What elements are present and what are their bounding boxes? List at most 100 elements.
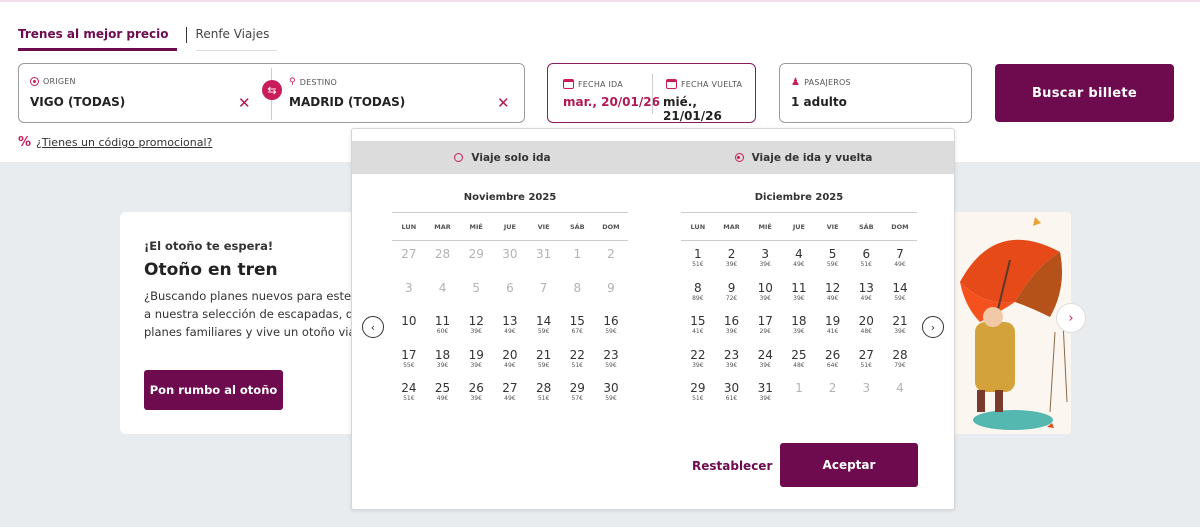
accept-button[interactable]: Aceptar bbox=[780, 443, 918, 487]
calendar-day[interactable]: 4 49€ bbox=[782, 241, 816, 275]
tab-best-price[interactable]: Trenes al mejor precio bbox=[18, 25, 177, 51]
calendar-day[interactable]: 17 29€ bbox=[748, 308, 782, 342]
calendar-day[interactable]: 7 49€ bbox=[883, 241, 917, 275]
calendar-day[interactable]: 15 67€ bbox=[560, 308, 594, 342]
day-number: 8 bbox=[573, 280, 582, 295]
search-ticket-button[interactable]: Buscar billete bbox=[995, 64, 1174, 122]
day-number: 1 bbox=[795, 381, 803, 395]
calendar-day[interactable]: 27 49€ bbox=[493, 375, 527, 409]
calendar-day[interactable]: 12 39€ bbox=[459, 308, 493, 342]
destination-input[interactable]: MADRID (TODAS) bbox=[289, 95, 405, 109]
calendar-day[interactable]: 31 39€ bbox=[748, 375, 782, 409]
calendar-day[interactable]: 25 48€ bbox=[782, 342, 816, 376]
calendar-day[interactable]: 26 39€ bbox=[459, 375, 493, 409]
weekday-label: JUE bbox=[792, 222, 805, 231]
calendar-day[interactable]: 25 49€ bbox=[426, 375, 460, 409]
day-number: 5 bbox=[828, 247, 837, 261]
calendar-day[interactable]: 30 59€ bbox=[594, 375, 628, 409]
swap-stations-icon[interactable]: ⇆ bbox=[262, 80, 282, 100]
calendar-day[interactable]: 24 51€ bbox=[392, 375, 426, 409]
day-number: 10 bbox=[401, 314, 417, 328]
calendar-day[interactable]: 14 59€ bbox=[883, 275, 917, 309]
calendar-day[interactable]: 13 49€ bbox=[493, 308, 527, 342]
reset-button[interactable]: Restablecer bbox=[692, 459, 772, 473]
carousel-next-icon[interactable]: › bbox=[1056, 303, 1086, 333]
calendar-day[interactable]: 27 51€ bbox=[849, 342, 883, 376]
tab-renfe-viajes[interactable]: Renfe Viajes bbox=[195, 25, 278, 51]
calendar-day[interactable]: 13 49€ bbox=[849, 275, 883, 309]
next-month-icon[interactable]: › bbox=[922, 316, 944, 338]
calendar-day[interactable]: 11 60€ bbox=[426, 308, 460, 342]
day-price: 59€ bbox=[826, 261, 839, 268]
calendar-day[interactable]: 5 59€ bbox=[816, 241, 850, 275]
calendar-day[interactable]: 2 39€ bbox=[715, 241, 749, 275]
calendar-day[interactable]: 21 59€ bbox=[527, 342, 561, 376]
calendar-day[interactable]: 16 59€ bbox=[594, 308, 628, 342]
calendar-day[interactable]: 20 48€ bbox=[849, 308, 883, 342]
calendar-day[interactable]: 15 41€ bbox=[681, 308, 715, 342]
calendar-day[interactable]: 19 41€ bbox=[816, 308, 850, 342]
autumn-cta-button[interactable]: Pon rumbo al otoño bbox=[144, 370, 283, 410]
trip-one-way-option[interactable]: Viaje solo ida bbox=[352, 141, 653, 174]
day-number: 3 bbox=[862, 381, 871, 395]
calendar-week: 8 89€ 9 72€ 10 39€ 11 39€ 12 49€ 13 49€ 14 59€ bbox=[681, 275, 917, 309]
calendar-day: 31 bbox=[527, 241, 561, 275]
date-out-value[interactable]: mar., 20/01/26 bbox=[563, 95, 660, 109]
tab-divider bbox=[185, 26, 187, 43]
calendar-day[interactable]: 12 49€ bbox=[816, 275, 850, 309]
calendar-day[interactable]: 26 64€ bbox=[816, 342, 850, 376]
calendar-day[interactable]: 21 39€ bbox=[883, 308, 917, 342]
search-tabs: Trenes al mejor precio Renfe Viajes bbox=[18, 25, 278, 51]
calendar-day[interactable]: 29 57€ bbox=[560, 375, 594, 409]
passengers-value[interactable]: 1 adulto bbox=[791, 95, 847, 109]
day-number: 14 bbox=[892, 280, 908, 295]
day-number: 29 bbox=[690, 381, 706, 395]
clear-destination-icon[interactable]: ✕ bbox=[497, 94, 510, 112]
calendar-day[interactable]: 20 49€ bbox=[493, 342, 527, 376]
calendar-day[interactable]: 28 51€ bbox=[527, 375, 561, 409]
calendar-day[interactable]: 30 61€ bbox=[715, 375, 749, 409]
calendar-day[interactable]: 11 39€ bbox=[782, 275, 816, 309]
calendar-day[interactable]: 9 72€ bbox=[715, 275, 749, 309]
origin-input[interactable]: VIGO (TODAS) bbox=[30, 95, 125, 109]
calendar-day[interactable]: 23 39€ bbox=[715, 342, 749, 376]
day-number: 28 bbox=[892, 347, 908, 362]
calendar-month-november: Noviembre 2025 LUN MAR MIÉ JUE VIE SÁB DOM 27 2… bbox=[392, 191, 628, 409]
date-return-value[interactable]: mié., 21/01/26 bbox=[663, 95, 755, 123]
calendar-day[interactable]: 3 39€ bbox=[748, 241, 782, 275]
weekday-label: DOM bbox=[602, 222, 620, 231]
calendar-day[interactable]: 23 59€ bbox=[594, 342, 628, 376]
calendar-day: 5 bbox=[459, 275, 493, 309]
calendar-day[interactable]: 22 51€ bbox=[560, 342, 594, 376]
calendar-day[interactable]: 10 bbox=[392, 308, 426, 342]
weekday-label: LUN bbox=[690, 222, 706, 231]
calendar-day[interactable]: 1 51€ bbox=[681, 241, 715, 275]
day-price: 79€ bbox=[894, 361, 906, 369]
weekday-header: LUN MAR MIÉ JUE VIE SÁB DOM bbox=[392, 213, 628, 241]
dates-field[interactable]: FECHA IDA mar., 20/01/26 FECHA VUELTA mi… bbox=[547, 63, 756, 123]
calendar-day[interactable]: 18 39€ bbox=[782, 308, 816, 342]
passengers-field[interactable]: ♟ PASAJEROS 1 adulto bbox=[779, 63, 972, 123]
clear-origin-icon[interactable]: ✕ bbox=[238, 94, 251, 112]
day-price: 64€ bbox=[826, 361, 839, 369]
day-number: 5 bbox=[472, 280, 481, 295]
calendar-day[interactable]: 8 89€ bbox=[681, 275, 715, 309]
day-number: 21 bbox=[892, 314, 908, 328]
promo-code-link[interactable]: ¿Tienes un código promocional? bbox=[36, 136, 212, 149]
calendar-day[interactable]: 6 51€ bbox=[849, 241, 883, 275]
calendar-day[interactable]: 18 39€ bbox=[426, 342, 460, 376]
calendar-day[interactable]: 24 39€ bbox=[748, 342, 782, 376]
calendar-day: 9 bbox=[594, 275, 628, 309]
calendar-day[interactable]: 19 39€ bbox=[459, 342, 493, 376]
calendar-day[interactable]: 29 51€ bbox=[681, 375, 715, 409]
previous-month-icon[interactable]: ‹ bbox=[362, 316, 384, 338]
calendar-day[interactable]: 22 39€ bbox=[681, 342, 715, 376]
calendar-day[interactable]: 17 55€ bbox=[392, 342, 426, 376]
calendar-day[interactable]: 16 39€ bbox=[715, 308, 749, 342]
trip-round-option[interactable]: Viaje de ida y vuelta bbox=[653, 141, 954, 174]
calendar-day[interactable]: 14 59€ bbox=[527, 308, 561, 342]
calendar-day[interactable]: 28 79€ bbox=[883, 342, 917, 376]
calendar-day: 28 bbox=[426, 241, 460, 275]
day-number: 12 bbox=[468, 314, 484, 328]
calendar-day[interactable]: 10 39€ bbox=[748, 275, 782, 309]
